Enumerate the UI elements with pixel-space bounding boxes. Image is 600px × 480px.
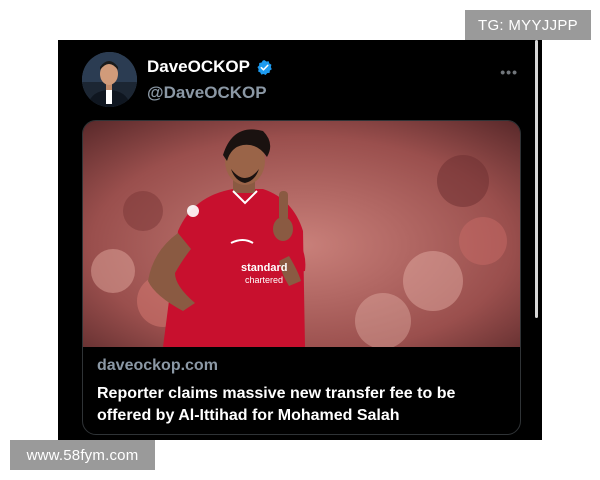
verified-badge-icon xyxy=(257,59,272,75)
more-horizontal-icon[interactable]: ••• xyxy=(500,64,518,80)
tweet-card[interactable]: DaveOCKOP @DaveOCKOP ••• standard charte… xyxy=(58,40,542,440)
display-name[interactable]: DaveOCKOP xyxy=(147,57,273,77)
avatar-image xyxy=(82,52,137,107)
avatar[interactable] xyxy=(82,52,137,107)
telegram-watermark: TG: MYYJJPP xyxy=(465,10,591,40)
card-title[interactable]: Reporter claims massive new transfer fee… xyxy=(97,383,507,427)
svg-text:standard: standard xyxy=(241,262,287,274)
card-photo: standard chartered xyxy=(83,121,520,347)
card-domain[interactable]: daveockop.com xyxy=(97,357,218,375)
svg-text:chartered: chartered xyxy=(245,275,283,285)
card-image[interactable]: standard chartered xyxy=(83,121,520,347)
scrollbar-thumb[interactable] xyxy=(535,40,538,318)
user-handle[interactable]: @DaveOCKOP xyxy=(147,83,267,103)
site-watermark: www.58fym.com xyxy=(10,440,155,470)
display-name-text[interactable]: DaveOCKOP xyxy=(147,57,250,77)
link-preview-card[interactable]: standard chartered daveockop.com Reporte… xyxy=(82,120,521,435)
